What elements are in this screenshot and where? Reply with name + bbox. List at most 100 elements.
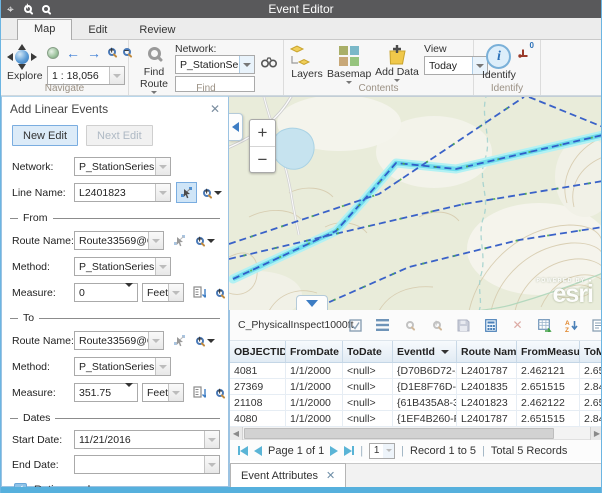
next-page-button[interactable] — [330, 446, 338, 456]
event-editor-window: ⌖ + – Event Editor Map Edit Review Explo… — [0, 0, 602, 493]
to-pick-measure-button[interactable] — [189, 382, 210, 403]
ribbon-tabstrip: Map Edit Review — [1, 18, 601, 40]
collapse-panel-button[interactable] — [229, 113, 243, 141]
identify-group-label: Identify — [474, 83, 540, 94]
line-name-label: Line Name: — [12, 187, 74, 199]
zoom-to-measure-icon: + — [216, 289, 224, 297]
from-method-combo[interactable]: P_StationSeries — [74, 257, 171, 276]
map-view[interactable]: + − POWERED BY ● esri — [229, 96, 602, 310]
page-select-combo[interactable]: 1 — [369, 443, 395, 459]
basemap-button[interactable]: Basemap — [327, 44, 371, 84]
explore-label: Explore — [7, 70, 43, 82]
full-extent-icon[interactable] — [47, 47, 59, 59]
pan-to-selection-icon[interactable]: + — [429, 317, 444, 333]
table-row[interactable]: 273691/1/2000<null>{D1E8F76D-FL24018352.… — [230, 379, 602, 395]
column-header[interactable]: FromDate — [286, 341, 343, 362]
table-row[interactable]: 40801/1/2000<null>{1EF4B260-F0L24017872.… — [230, 411, 602, 427]
attribute-window-icon[interactable] — [591, 317, 602, 333]
to-measure-zoom-button[interactable]: + — [216, 389, 224, 397]
column-header[interactable]: Route Name — [457, 341, 517, 362]
map-zoom-in-button[interactable]: + — [250, 120, 275, 146]
explore-button[interactable]: Explore — [7, 44, 43, 82]
tab-edit[interactable]: Edit — [72, 21, 123, 39]
find-route-icon — [148, 47, 161, 60]
column-header[interactable]: OBJECTID — [230, 341, 286, 362]
from-select-route-on-map-button[interactable] — [169, 230, 190, 251]
chevron-down-icon — [207, 339, 215, 343]
column-header[interactable]: ToMea — [580, 341, 602, 362]
from-route-zoom-menu-button[interactable]: + — [196, 237, 215, 245]
field-calculator-icon[interactable] — [483, 317, 498, 333]
total-records-text: Total 5 Records — [491, 445, 567, 457]
to-measure-combo[interactable]: 351.75 — [74, 383, 138, 402]
next-extent-icon[interactable]: → — [87, 46, 101, 60]
add-data-button[interactable]: Add Data — [374, 44, 420, 82]
table-row[interactable]: 40811/1/2000<null>{D70B6D72-3L24017872.4… — [230, 363, 602, 379]
line-name-combo[interactable]: L2401823 — [74, 183, 171, 202]
previous-extent-icon[interactable]: ← — [66, 46, 80, 60]
table-cell: 2.462122 — [517, 395, 580, 410]
identify-results-icon[interactable]: 0 — [518, 46, 530, 58]
start-date-combo[interactable]: 11/21/2016 — [74, 430, 220, 449]
scrollbar-thumb[interactable] — [244, 428, 554, 439]
fixed-zoom-in-icon[interactable]: + — [108, 47, 116, 59]
dates-section-divider: Dates — [10, 412, 220, 424]
to-route-name-combo[interactable]: Route33569@Cent — [74, 331, 164, 350]
panel-close-icon[interactable]: ✕ — [210, 102, 220, 116]
delete-record-icon[interactable]: ✕ — [510, 317, 525, 333]
panel-network-combo[interactable]: P_StationSeries — [74, 157, 171, 176]
close-tab-icon[interactable]: ✕ — [326, 469, 335, 482]
basemap-label: Basemap — [327, 68, 371, 80]
collapse-table-button[interactable] — [296, 295, 328, 310]
tab-event-attributes[interactable]: Event Attributes ✕ — [230, 463, 346, 487]
from-pick-measure-button[interactable] — [189, 282, 210, 303]
zoom-to-route-icon: + — [196, 337, 204, 345]
identify-button[interactable]: i Identify — [482, 44, 516, 81]
next-edit-button[interactable]: Next Edit — [86, 125, 153, 146]
first-page-button[interactable] — [238, 446, 248, 456]
switch-table-icon[interactable] — [537, 317, 552, 333]
to-method-combo[interactable]: P_StationSeries — [74, 357, 171, 376]
to-route-zoom-menu-button[interactable]: + — [196, 337, 215, 345]
previous-page-button[interactable] — [254, 446, 262, 456]
show-selected-records-icon[interactable] — [375, 317, 390, 333]
sort-icon[interactable]: AZ — [564, 317, 579, 333]
table-row[interactable]: 211081/1/2000<null>{61B435A8-3L24018232.… — [230, 395, 602, 411]
last-page-button[interactable] — [344, 446, 354, 456]
zoom-to-selection-icon[interactable] — [402, 317, 417, 333]
from-method-label: Method: — [12, 261, 74, 273]
tab-map[interactable]: Map — [17, 19, 72, 40]
horizontal-scrollbar[interactable]: ◀ ▶ — [230, 427, 602, 440]
from-route-name-combo[interactable]: Route33569@Cent — [74, 231, 164, 250]
from-measure-zoom-button[interactable]: + — [216, 289, 224, 297]
column-header-sorted[interactable]: EventId — [393, 341, 457, 362]
layers-icon — [289, 44, 313, 68]
scroll-right-arrow[interactable]: ▶ — [590, 427, 602, 440]
map-zoom-out-button[interactable]: − — [250, 146, 275, 172]
new-edit-button[interactable]: New Edit — [12, 125, 78, 146]
scroll-left-arrow[interactable]: ◀ — [230, 427, 243, 440]
to-measure-unit-combo[interactable]: Feet — [142, 383, 184, 402]
column-header[interactable]: FromMeasure — [517, 341, 580, 362]
tab-review[interactable]: Review — [123, 21, 191, 39]
table-toolbar: C_PhysicalInspect1000ft + ✕ — [230, 310, 602, 341]
column-header[interactable]: ToDate — [343, 341, 393, 362]
title-bar: ⌖ + – Event Editor — [1, 0, 601, 18]
identify-label: Identify — [482, 69, 516, 81]
network-combo[interactable]: P_StationSeries — [175, 55, 255, 74]
table-cell: {61B435A8-3 — [393, 395, 457, 410]
end-date-combo[interactable] — [74, 455, 220, 474]
layers-button[interactable]: Layers — [289, 44, 325, 80]
from-measure-unit-combo[interactable]: Feet — [142, 283, 184, 302]
line-zoom-menu-button[interactable]: + — [203, 189, 222, 197]
binoculars-icon[interactable] — [261, 57, 277, 68]
select-records-icon[interactable] — [348, 317, 363, 333]
esri-attribution: POWERED BY ● esri — [536, 278, 593, 304]
find-route-label-1: Find — [137, 66, 171, 78]
to-select-route-on-map-button[interactable] — [169, 330, 190, 351]
record-range-text: Record 1 to 5 — [410, 445, 476, 457]
save-icon[interactable] — [456, 317, 471, 333]
table-cell: 2.8409 — [580, 379, 602, 394]
from-measure-combo[interactable]: 0 — [74, 283, 138, 302]
select-line-on-map-button[interactable] — [176, 182, 197, 203]
